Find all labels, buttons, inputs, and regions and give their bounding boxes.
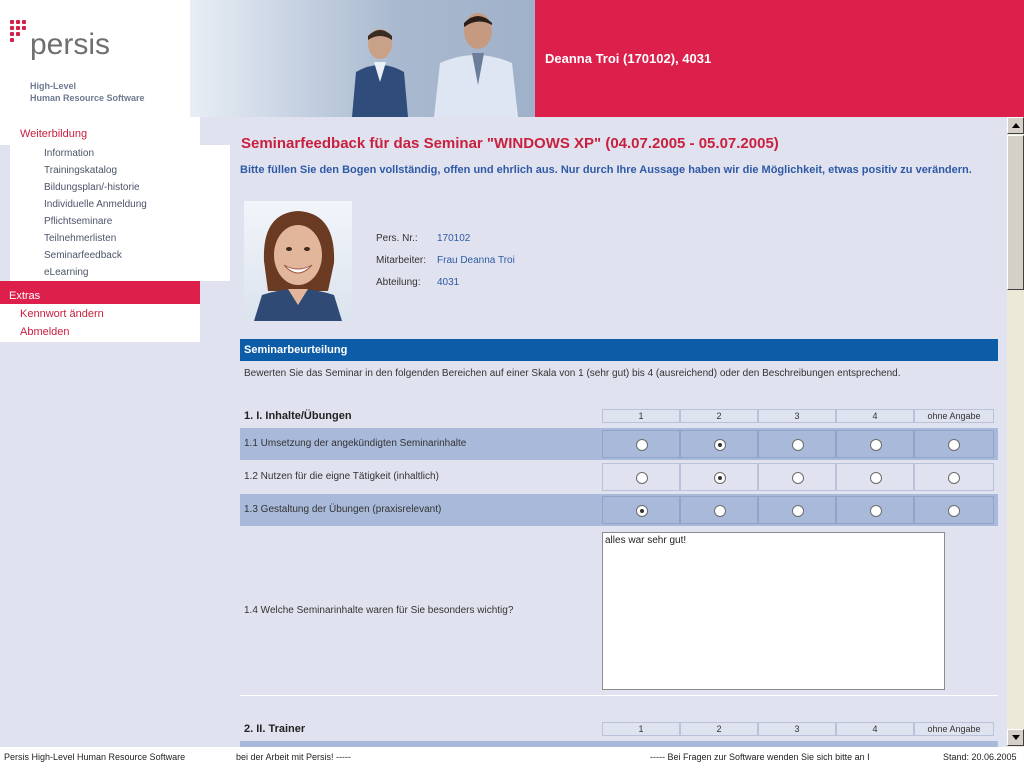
header-photo [190, 0, 535, 117]
question-label: 1.3 Gestaltung der Übungen (praxisreleva… [244, 504, 442, 515]
arrow-up-icon [1012, 123, 1020, 128]
nav-submenu: Information Trainingskatalog Bildungspla… [10, 145, 230, 281]
nav-extras-links: Kennwort ändern Abmelden [0, 304, 200, 342]
rating-radio[interactable] [948, 505, 960, 517]
question-row: 1.2 Nutzen für die eigne Tätigkeit (inha… [240, 461, 998, 493]
rating-radio[interactable] [792, 439, 804, 451]
rating-radio[interactable] [792, 505, 804, 517]
nav-extras-label[interactable]: Extras [9, 290, 40, 302]
footer-brand: Persis High-Level Human Resource Softwar… [4, 752, 186, 762]
nav-item-individuelle-anmeldung[interactable]: Individuelle Anmeldung [44, 199, 147, 210]
divider [240, 695, 998, 696]
scale-instructions: Bewerten Sie das Seminar in den folgende… [244, 368, 901, 379]
businessman-photo-icon [434, 13, 518, 117]
scale-column-header: 4 [836, 409, 914, 423]
nav-section-header: Weiterbildung [0, 117, 200, 145]
scale-column-header: 3 [758, 722, 836, 736]
page-title: Seminarfeedback für das Seminar "WINDOWS… [241, 135, 779, 152]
nav-section-weiterbildung[interactable]: Weiterbildung [20, 128, 87, 140]
scale-column-header: 3 [758, 409, 836, 423]
scroll-up-button[interactable] [1007, 117, 1024, 134]
employee-label: Mitarbeiter: [376, 255, 427, 266]
seminar-content-textarea[interactable]: alles war sehr gut! [602, 532, 945, 690]
nav-item-information[interactable]: Information [44, 148, 94, 159]
persnr-value: 170102 [437, 233, 471, 244]
rating-radio[interactable] [714, 472, 726, 484]
scale-column-header: 2 [680, 409, 758, 423]
rating-radio[interactable] [636, 439, 648, 451]
nav-item-elearning[interactable]: eLearning [44, 267, 88, 278]
persnr-label: Pers. Nr.: [376, 233, 418, 244]
question-group-title: 2. II. Trainer [244, 723, 306, 735]
footer-ticker: bei der Arbeit mit Persis! ----- [236, 752, 352, 762]
department-value: 4031 [437, 277, 460, 288]
businessman-photo-icon [352, 29, 408, 117]
employee-value: Frau Deanna Troi [437, 255, 515, 266]
question-row: 1.3 Gestaltung der Übungen (praxisreleva… [240, 494, 998, 526]
nav-extras-header: Extras [0, 281, 200, 304]
rating-radio[interactable] [948, 439, 960, 451]
user-banner: Deanna Troi (170102), 4031 [535, 0, 1024, 117]
scale-column-header: 4 [836, 722, 914, 736]
arrow-down-icon [1012, 735, 1020, 740]
nav-item-trainingskatalog[interactable]: Trainingskatalog [44, 165, 117, 176]
rating-radio[interactable] [870, 439, 882, 451]
main-content: Seminarfeedback für das Seminar "WINDOWS… [240, 117, 1007, 747]
scroll-down-button[interactable] [1007, 729, 1024, 746]
rating-radio[interactable] [870, 505, 882, 517]
employee-portrait-icon [254, 211, 342, 321]
scale-column-header: 1 [602, 722, 680, 736]
scroll-thumb[interactable] [1007, 135, 1024, 290]
scale-column-header: 1 [602, 409, 680, 423]
question-group-title: 1. I. Inhalte/Übungen [244, 410, 352, 422]
logo: persis High-Level Human Resource Softwar… [0, 0, 190, 117]
rating-radio[interactable] [636, 505, 648, 517]
footer-stand: Stand: 20.06.2005 [943, 752, 1017, 762]
nav-item-seminarfeedback[interactable]: Seminarfeedback [44, 250, 122, 261]
vertical-scrollbar[interactable] [1007, 117, 1024, 747]
section-header: Seminarbeurteilung [240, 339, 998, 361]
free-question-label: 1.4 Welche Seminarinhalte waren für Sie … [244, 605, 514, 616]
nav-link-logout[interactable]: Abmelden [20, 326, 70, 338]
intro-text: Bitte füllen Sie den Bogen vollständig, … [240, 164, 972, 176]
logo-text: persis [30, 28, 111, 61]
nav-link-change-password[interactable]: Kennwort ändern [20, 308, 104, 320]
scale-column-header: 2 [680, 722, 758, 736]
nav-item-bildungsplan[interactable]: Bildungsplan/-historie [44, 182, 140, 193]
app-header: persis High-Level Human Resource Softwar… [0, 0, 1024, 117]
question-label: 1.2 Nutzen für die eigne Tätigkeit (inha… [244, 471, 439, 482]
rating-radio[interactable] [714, 505, 726, 517]
section-title: Seminarbeurteilung [244, 344, 348, 356]
scale-column-header: ohne Angabe [914, 722, 994, 736]
rating-radio[interactable] [714, 439, 726, 451]
question-label: 1.1 Umsetzung der angekündigten Seminari… [244, 438, 467, 449]
rating-radio[interactable] [636, 472, 648, 484]
left-navigation: Weiterbildung Information Trainingskatal… [0, 117, 230, 747]
rating-radio[interactable] [870, 472, 882, 484]
rating-radio[interactable] [948, 472, 960, 484]
current-user-label: Deanna Troi (170102), 4031 [545, 51, 712, 66]
scale-column-header: ohne Angabe [914, 409, 994, 423]
logo-subtitle: High-Level Human Resource Software [30, 81, 145, 103]
nav-item-teilnehmerlisten[interactable]: Teilnehmerlisten [44, 233, 116, 244]
question-row: 1.1 Umsetzung der angekündigten Seminari… [240, 428, 998, 460]
rating-radio[interactable] [792, 472, 804, 484]
status-footer: Persis High-Level Human Resource Softwar… [0, 747, 1024, 768]
footer-ticker: ----- Bei Fragen zur Software wenden Sie… [650, 752, 870, 762]
nav-item-pflichtseminare[interactable]: Pflichtseminare [44, 216, 112, 227]
department-label: Abteilung: [376, 277, 421, 288]
employee-photo [244, 201, 352, 321]
